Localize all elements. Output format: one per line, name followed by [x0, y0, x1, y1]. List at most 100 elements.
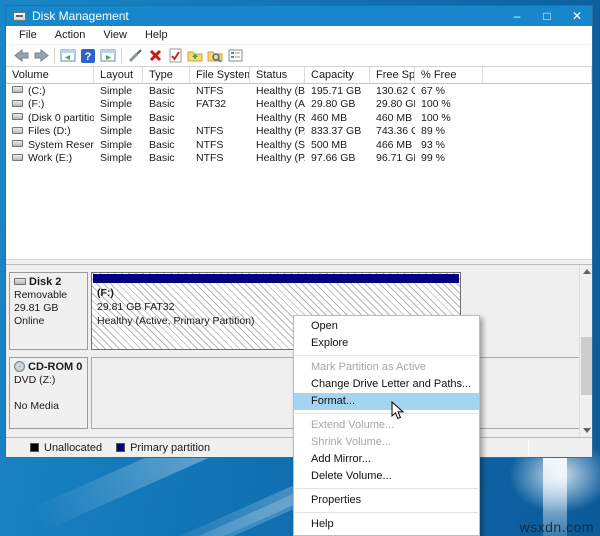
partition-size-fs: 29.81 GB FAT32 [97, 301, 175, 313]
disk2-size: 29.81 GB [14, 302, 59, 314]
svg-text:?: ? [85, 51, 92, 63]
menu-item-add-mirror[interactable]: Add Mirror... [294, 451, 479, 468]
action-pane-icon[interactable] [99, 48, 117, 64]
screwdriver-icon[interactable] [126, 48, 144, 64]
scrollbar-thumb[interactable] [581, 337, 592, 395]
titlebar[interactable]: Disk Management – □ ✕ [6, 6, 592, 26]
volume-row[interactable]: Files (D:) Simple Basic NTFS Healthy (P... 83… [6, 125, 592, 139]
disk2-label-panel[interactable]: Disk 2 Removable 29.81 GB Online [9, 272, 88, 350]
menu-item-help[interactable]: Help [294, 516, 479, 533]
unallocated-label: Unallocated [44, 441, 103, 454]
volume-cell-pct: 89 % [421, 125, 445, 138]
properties-icon[interactable] [226, 48, 244, 64]
volume-cell-layout: Simple [100, 111, 133, 124]
menu-item-delete-volume[interactable]: Delete Volume... [294, 468, 479, 485]
disk2-state: Online [14, 315, 45, 327]
volume-cell-capacity: 97.66 GB [311, 152, 356, 165]
volume-drive-icon [12, 126, 23, 134]
volume-drive-icon [12, 86, 23, 94]
vertical-scrollbar[interactable] [579, 265, 592, 437]
disk2-kind: Removable [14, 289, 68, 301]
volume-cell-layout: Simple [100, 152, 133, 165]
column-header-layout[interactable]: Layout [94, 67, 143, 83]
menu-item-format[interactable]: Format... [294, 393, 479, 410]
volume-cell-fs: NTFS [196, 152, 224, 165]
statusbar-divider [528, 440, 529, 455]
volume-row[interactable]: (C:) Simple Basic NTFS Healthy (B... 195.71 G… [6, 84, 592, 98]
volume-row[interactable]: Work (E:) Simple Basic NTFS Healthy (P... 97.… [6, 152, 592, 166]
menu-separator [295, 512, 478, 513]
menu-file[interactable]: File [10, 26, 46, 44]
volume-list-header: Volume Layout Type File System Status Ca… [6, 67, 592, 84]
volume-cell-fs: FAT32 [196, 98, 227, 111]
minimize-button[interactable]: – [502, 6, 532, 26]
column-header-capacity[interactable]: Capacity [305, 67, 370, 83]
unallocated-swatch [30, 443, 39, 452]
volume-cell-free: 743.36 GB [376, 125, 415, 138]
volume-cell-type: Basic [149, 152, 175, 165]
volume-cell-capacity: 500 MB [311, 138, 348, 151]
cdrom-state: No Media [14, 400, 59, 412]
volume-cell-layout: Simple [100, 125, 133, 138]
volume-cell-free: 460 MB [376, 111, 413, 124]
volume-cell-volume: (C:) [6, 85, 94, 97]
column-header-status[interactable]: Status [250, 67, 305, 83]
toolbar-separator [54, 48, 55, 63]
menu-item-explore[interactable]: Explore [294, 335, 479, 352]
menu-action[interactable]: Action [46, 26, 95, 44]
volume-row[interactable]: (Disk 0 partition 2) Simple Basic Healthy (… [6, 111, 592, 125]
check-document-icon[interactable] [166, 48, 184, 64]
menubar: File Action View Help [6, 26, 592, 45]
volume-cell-status: Healthy (R... [256, 111, 305, 124]
primary-partition-bar [93, 274, 459, 283]
menu-item-properties[interactable]: Properties [294, 492, 479, 509]
volume-cell-status: Healthy (A... [256, 98, 305, 111]
menu-view[interactable]: View [94, 26, 136, 44]
column-header-filler [483, 67, 592, 83]
disk-drive-icon [14, 277, 26, 285]
folder-search-icon[interactable] [206, 48, 224, 64]
column-header-free-space[interactable]: Free Spa... [370, 67, 415, 83]
console-window-icon[interactable] [59, 48, 77, 64]
maximize-button[interactable]: □ [532, 6, 562, 26]
legend-unallocated: Unallocated [30, 442, 102, 454]
toolbar: ? [6, 45, 592, 67]
volume-cell-free: 96.71 GB [376, 152, 415, 165]
volume-cell-fs: NTFS [196, 125, 224, 138]
volume-cell-capacity: 460 MB [311, 111, 348, 124]
menu-item-open[interactable]: Open [294, 318, 479, 335]
volume-cell-layout: Simple [100, 138, 133, 151]
menu-item-change-drive-letter-and-paths[interactable]: Change Drive Letter and Paths... [294, 376, 479, 393]
column-header-volume[interactable]: Volume [6, 67, 94, 83]
column-header-file-system[interactable]: File System [190, 67, 250, 83]
volume-cell-capacity: 195.71 GB [311, 84, 362, 97]
volume-cell-volume: (Disk 0 partition 2) [6, 112, 94, 124]
volume-cell-type: Basic [149, 138, 175, 151]
scroll-up-arrow-icon[interactable] [580, 265, 593, 278]
help-icon[interactable]: ? [79, 48, 97, 64]
volume-drive-icon [12, 153, 23, 161]
menu-item-extend-volume: Extend Volume... [311, 419, 395, 431]
back-icon[interactable] [12, 48, 30, 64]
scroll-down-arrow-icon[interactable] [580, 424, 593, 437]
column-header-type[interactable]: Type [143, 67, 190, 83]
volume-cell-free: 466 MB [376, 138, 413, 151]
volume-cell-type: Basic [149, 84, 175, 97]
folder-up-icon[interactable] [186, 48, 204, 64]
volume-row[interactable]: System Reserved Simple Basic NTFS Healthy (S… [6, 138, 592, 152]
delete-icon[interactable] [146, 48, 164, 64]
primary-partition-label: Primary partition [130, 441, 211, 454]
volume-cell-pct: 67 % [421, 84, 445, 97]
volume-cell-layout: Simple [100, 98, 133, 111]
volume-row[interactable]: (F:) Simple Basic FAT32 Healthy (A... 29.80 G… [6, 98, 592, 112]
toolbar-separator [121, 48, 122, 63]
forward-icon[interactable] [32, 48, 50, 64]
menu-help[interactable]: Help [136, 26, 177, 44]
column-header-pct-free[interactable]: % Free [415, 67, 483, 83]
cdrom-label-panel[interactable]: CD-ROM 0 DVD (Z:) No Media [9, 357, 88, 429]
cdrom-kind: DVD (Z:) [14, 374, 56, 386]
volume-cell-capacity: 833.37 GB [311, 125, 362, 138]
close-button[interactable]: ✕ [562, 6, 592, 26]
volume-cell-layout: Simple [100, 84, 133, 97]
volume-cell-status: Healthy (P... [256, 125, 305, 138]
